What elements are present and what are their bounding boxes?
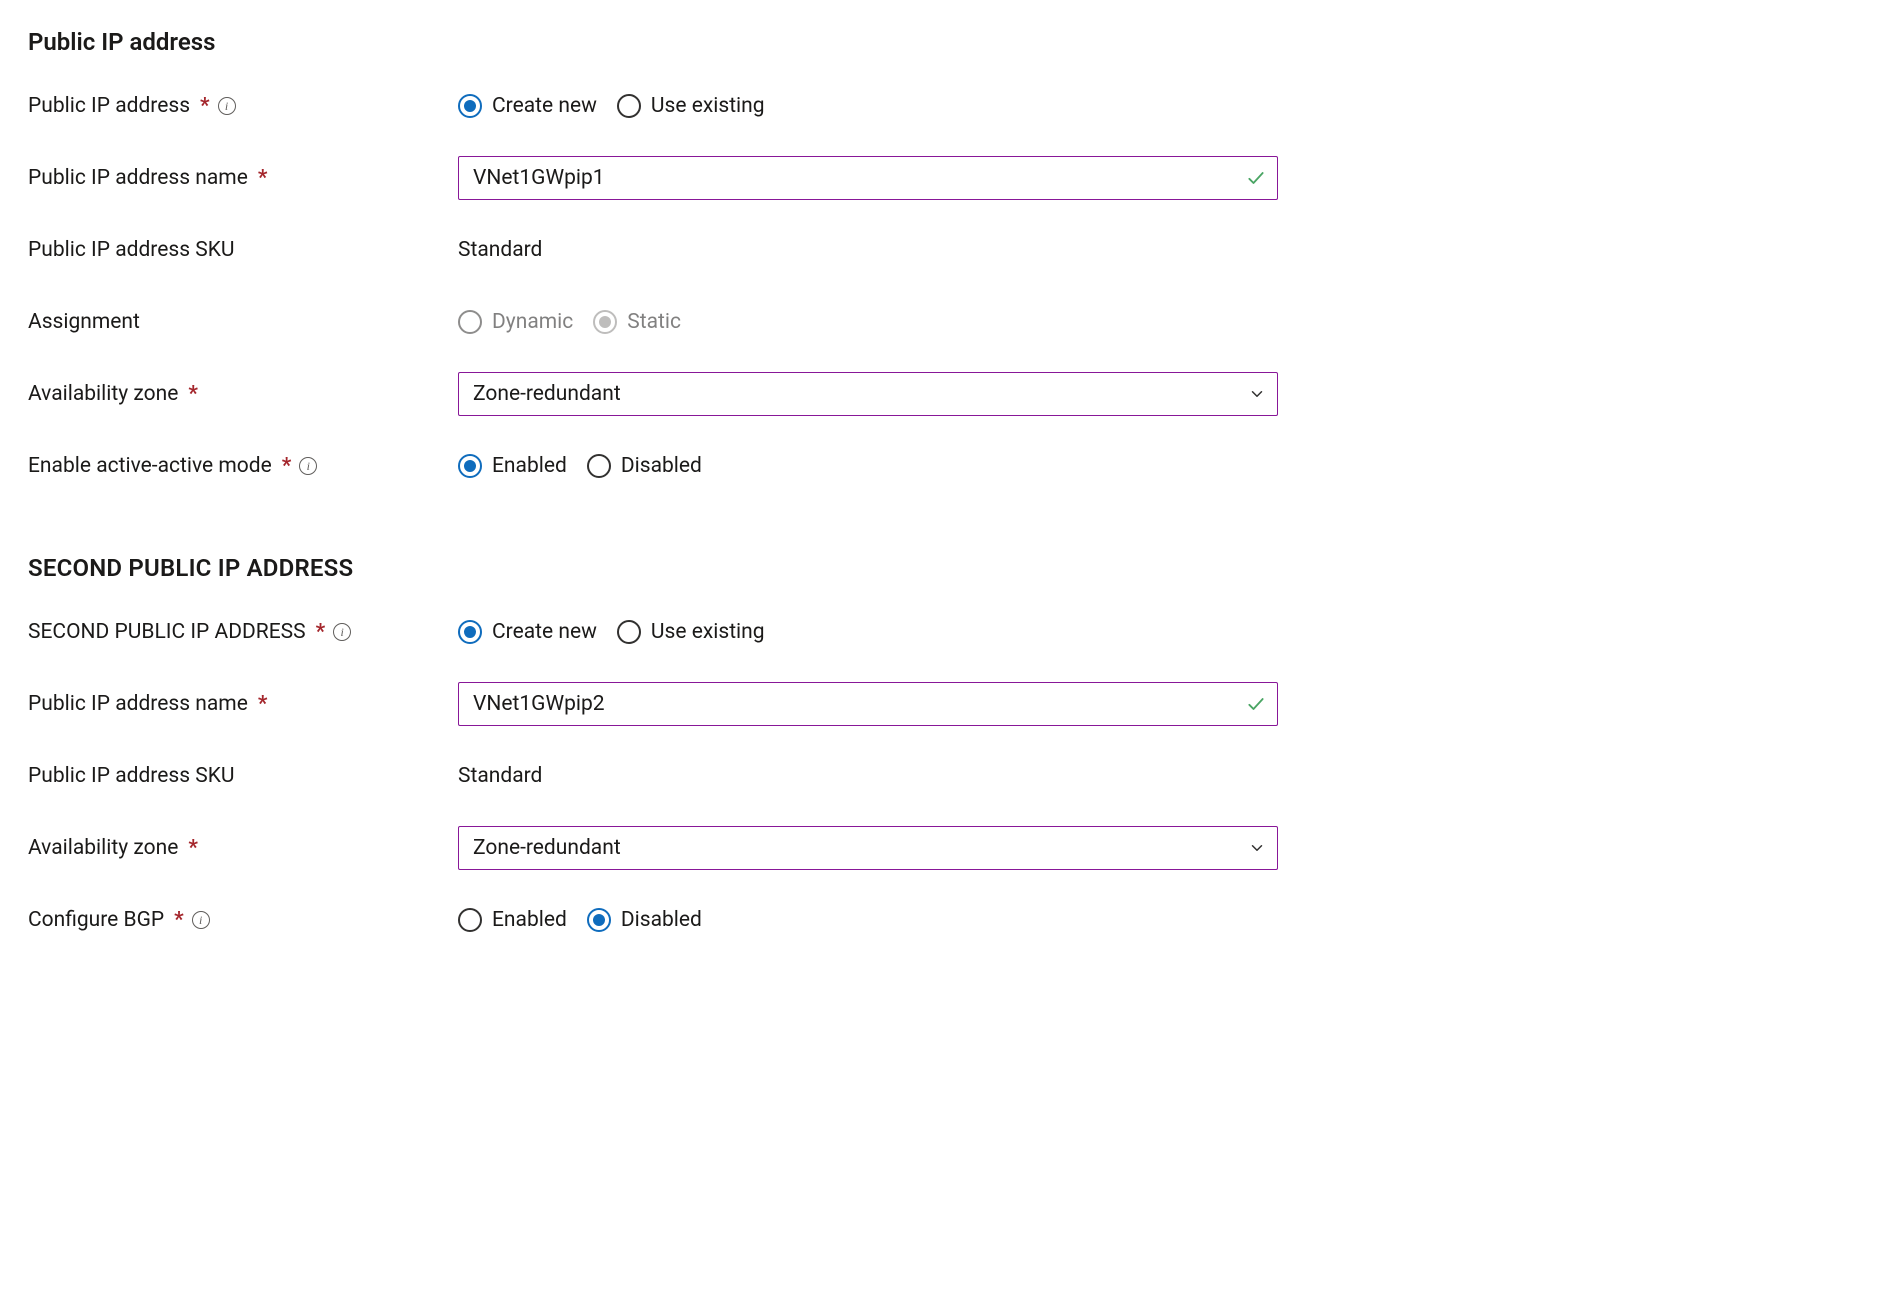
select-second-availability-zone-value: Zone-redundant (473, 836, 621, 860)
radio-public-ip-use-existing[interactable]: Use existing (617, 94, 765, 118)
info-icon[interactable]: i (299, 457, 317, 475)
radio-active-active-enabled[interactable]: Enabled (458, 454, 567, 478)
required-asterisk: * (258, 166, 268, 190)
value-second-public-ip-sku: Standard (458, 764, 542, 788)
label-active-active-mode: Enable active-active mode (28, 454, 272, 478)
label-second-public-ip-address: SECOND PUBLIC IP ADDRESS (28, 620, 306, 644)
info-icon[interactable]: i (218, 97, 236, 115)
validation-check-icon (1246, 694, 1266, 714)
section-title-public-ip: Public IP address (28, 28, 1871, 56)
chevron-down-icon (1248, 385, 1266, 403)
radio-second-public-ip-create-new[interactable]: Create new (458, 620, 597, 644)
radio-active-active-disabled[interactable]: Disabled (587, 454, 702, 478)
value-public-ip-sku: Standard (458, 238, 542, 262)
radio-bgp-enabled[interactable]: Enabled (458, 908, 567, 932)
label-second-public-ip-sku: Public IP address SKU (28, 764, 235, 788)
info-icon[interactable]: i (192, 911, 210, 929)
section-title-second-public-ip: SECOND PUBLIC IP ADDRESS (28, 554, 1871, 582)
label-assignment: Assignment (28, 310, 140, 334)
radio-second-public-ip-use-existing[interactable]: Use existing (617, 620, 765, 644)
required-asterisk: * (258, 692, 268, 716)
input-public-ip-name[interactable] (458, 156, 1278, 200)
chevron-down-icon (1248, 839, 1266, 857)
radio-assignment-dynamic: Dynamic (458, 310, 573, 334)
select-second-availability-zone[interactable]: Zone-redundant (458, 826, 1278, 870)
validation-check-icon (1246, 168, 1266, 188)
label-availability-zone: Availability zone (28, 382, 178, 406)
required-asterisk: * (188, 382, 198, 406)
radio-public-ip-create-new[interactable]: Create new (458, 94, 597, 118)
required-asterisk: * (316, 620, 326, 644)
required-asterisk: * (174, 908, 184, 932)
required-asterisk: * (188, 836, 198, 860)
label-public-ip-sku: Public IP address SKU (28, 238, 235, 262)
required-asterisk: * (200, 94, 210, 118)
radio-assignment-static: Static (593, 310, 681, 334)
label-second-public-ip-name: Public IP address name (28, 692, 248, 716)
label-public-ip-address: Public IP address (28, 94, 190, 118)
required-asterisk: * (282, 454, 292, 478)
label-public-ip-name: Public IP address name (28, 166, 248, 190)
label-second-availability-zone: Availability zone (28, 836, 178, 860)
input-second-public-ip-name[interactable] (458, 682, 1278, 726)
label-configure-bgp: Configure BGP (28, 908, 164, 932)
info-icon[interactable]: i (333, 623, 351, 641)
radio-bgp-disabled[interactable]: Disabled (587, 908, 702, 932)
select-availability-zone[interactable]: Zone-redundant (458, 372, 1278, 416)
select-availability-zone-value: Zone-redundant (473, 382, 621, 406)
